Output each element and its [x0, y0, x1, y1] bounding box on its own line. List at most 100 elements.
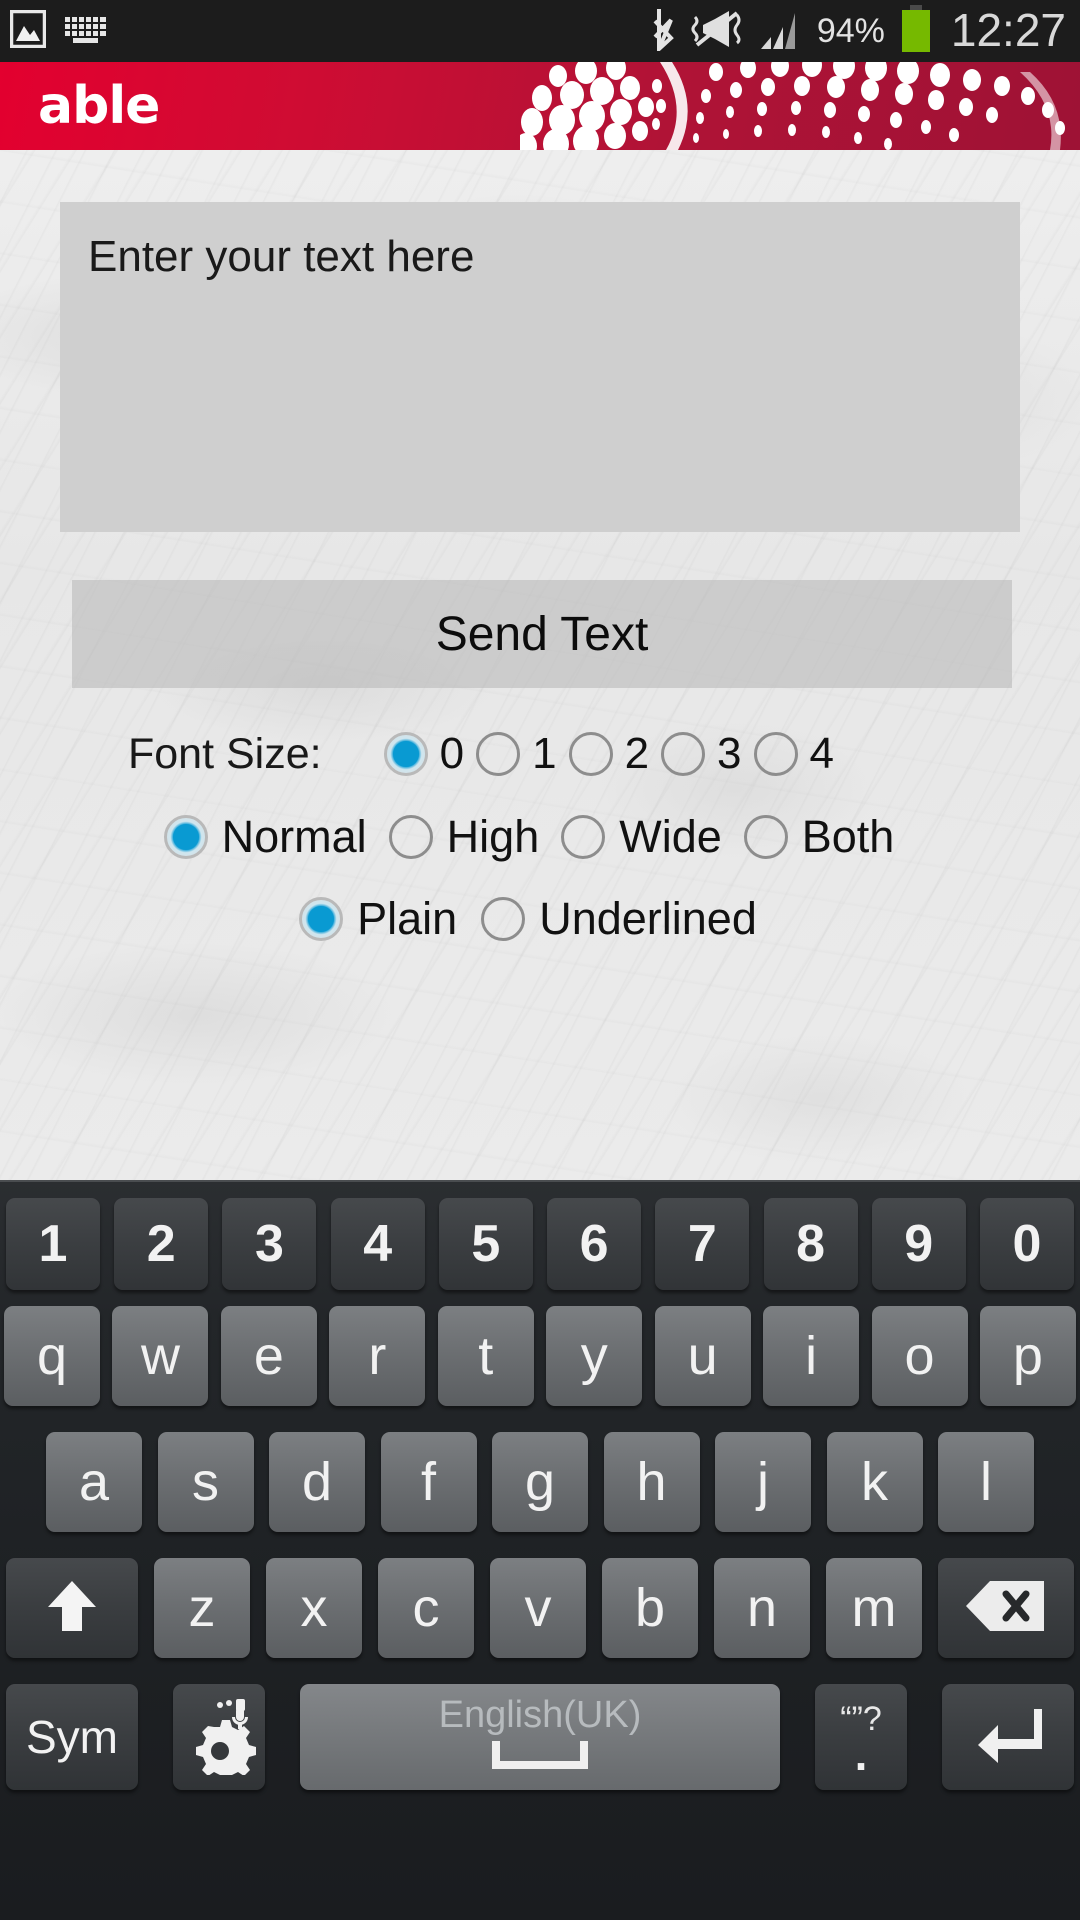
key-y[interactable]: y [546, 1306, 643, 1406]
style-option-label: High [446, 811, 540, 862]
spacebar-icon [486, 1739, 594, 1780]
settings-key[interactable] [173, 1684, 265, 1790]
key-n[interactable]: n [714, 1558, 810, 1658]
key-j[interactable]: j [715, 1432, 811, 1532]
bluetooth-icon [649, 7, 677, 56]
send-text-button[interactable]: Send Text [72, 580, 1012, 688]
radio-button-icon[interactable] [383, 732, 428, 776]
font-size-option-4[interactable]: 4 [753, 729, 835, 779]
radio-button-icon[interactable] [388, 815, 433, 859]
radio-button-icon[interactable] [568, 732, 613, 776]
style-option-normal[interactable]: Normal [163, 811, 367, 863]
keyboard-top-letter-row: q w e r t y u i o p [0, 1304, 1080, 1408]
key-e[interactable]: e [220, 1306, 317, 1406]
app-header-banner: able [0, 62, 1080, 150]
style-option-high[interactable]: High [388, 811, 540, 863]
key-m[interactable]: m [826, 1558, 922, 1658]
font-size-option-0[interactable]: 0 [383, 729, 465, 779]
keyboard-function-row: Sym English(UK) “”? . [0, 1682, 1080, 1792]
gear-microphone-icon [182, 1695, 256, 1782]
app-logo-text: able [38, 76, 160, 136]
period-key[interactable]: “”? . [815, 1684, 907, 1790]
key-6[interactable]: 6 [547, 1198, 642, 1290]
style-option-label: Both [801, 811, 895, 862]
style-option-wide[interactable]: Wide [561, 811, 722, 863]
keyboard-icon [64, 14, 108, 49]
radio-button-icon[interactable] [299, 897, 344, 941]
key-i[interactable]: i [763, 1306, 860, 1406]
enter-key[interactable] [942, 1684, 1074, 1790]
shift-up-arrow-icon [44, 1577, 100, 1640]
clock-label: 12:27 [950, 4, 1066, 56]
radio-button-icon[interactable] [661, 732, 706, 776]
key-8[interactable]: 8 [763, 1198, 858, 1290]
period-key-label: . [854, 1728, 868, 1780]
key-0[interactable]: 0 [979, 1198, 1074, 1290]
radio-button-icon[interactable] [476, 732, 521, 776]
style-option-label: Wide [619, 811, 722, 862]
key-o[interactable]: o [871, 1306, 968, 1406]
keyboard-home-letter-row: a s d f g h j k l [0, 1430, 1080, 1534]
battery-percent-label: 94% [816, 12, 885, 50]
space-key[interactable]: English(UK) [300, 1684, 780, 1790]
style-radio-group: Normal High Wide Both [0, 798, 1080, 876]
shift-key[interactable] [6, 1558, 138, 1658]
font-size-option-1[interactable]: 1 [476, 729, 557, 779]
keyboard-number-row: 1 2 3 4 5 6 7 8 9 0 [0, 1196, 1080, 1292]
phone-screen: 94% 12:27 able Enter your text here Send… [0, 0, 1080, 1920]
radio-button-icon[interactable] [481, 897, 526, 941]
key-r[interactable]: r [329, 1306, 426, 1406]
key-w[interactable]: w [112, 1306, 209, 1406]
font-size-option-2[interactable]: 2 [568, 729, 649, 779]
radio-button-icon[interactable] [753, 732, 798, 776]
key-q[interactable]: q [4, 1306, 100, 1406]
backspace-delete-icon [964, 1577, 1048, 1640]
key-l[interactable]: l [938, 1432, 1034, 1532]
text-input-field[interactable]: Enter your text here [60, 202, 1020, 532]
radio-button-icon[interactable] [163, 815, 208, 859]
decoration-option-underlined[interactable]: Underlined [481, 893, 757, 945]
key-g[interactable]: g [492, 1432, 588, 1532]
key-p[interactable]: p [979, 1306, 1076, 1406]
key-c[interactable]: c [378, 1558, 474, 1658]
key-d[interactable]: d [269, 1432, 365, 1532]
key-u[interactable]: u [654, 1306, 751, 1406]
key-t[interactable]: t [437, 1306, 534, 1406]
radio-button-icon[interactable] [743, 815, 788, 859]
radio-button-icon[interactable] [561, 815, 606, 859]
font-size-option-3[interactable]: 3 [661, 729, 742, 779]
key-5[interactable]: 5 [438, 1198, 533, 1290]
status-bar-left-icons [0, 9, 108, 53]
font-size-label: Font Size: [128, 729, 322, 778]
key-b[interactable]: b [602, 1558, 698, 1658]
key-3[interactable]: 3 [222, 1198, 317, 1290]
backspace-key[interactable] [938, 1558, 1074, 1658]
app-content-area: Enter your text here Send Text Font Size… [0, 150, 1080, 1180]
status-bar: 94% 12:27 [0, 0, 1080, 62]
font-size-option-label: 0 [439, 729, 465, 778]
send-text-button-label: Send Text [435, 607, 649, 661]
key-a[interactable]: a [46, 1432, 142, 1532]
key-7[interactable]: 7 [655, 1198, 750, 1290]
battery-icon [899, 4, 933, 58]
style-option-both[interactable]: Both [743, 811, 895, 863]
key-v[interactable]: v [490, 1558, 586, 1658]
key-4[interactable]: 4 [330, 1198, 425, 1290]
on-screen-keyboard: 1 2 3 4 5 6 7 8 9 0 q w e r t y u i o p … [0, 1180, 1080, 1920]
key-h[interactable]: h [603, 1432, 700, 1532]
key-x[interactable]: x [266, 1558, 362, 1658]
key-s[interactable]: s [157, 1432, 254, 1532]
key-9[interactable]: 9 [871, 1198, 966, 1290]
style-option-label: Normal [221, 811, 367, 862]
font-size-option-label: 4 [809, 729, 835, 778]
key-z[interactable]: z [154, 1558, 250, 1658]
key-2[interactable]: 2 [114, 1198, 209, 1290]
key-1[interactable]: 1 [6, 1198, 100, 1290]
key-f[interactable]: f [380, 1432, 477, 1532]
sound-mute-vibrate-icon [691, 7, 745, 56]
font-size-option-label: 1 [532, 729, 557, 778]
symbols-key[interactable]: Sym [6, 1684, 138, 1790]
decoration-option-plain[interactable]: Plain [299, 893, 457, 945]
decoration-radio-group: Plain Underlined [0, 880, 1080, 958]
key-k[interactable]: k [826, 1432, 923, 1532]
